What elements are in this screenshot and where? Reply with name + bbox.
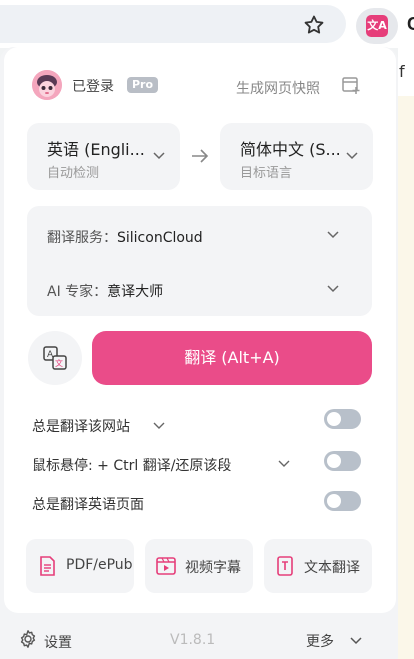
tool-label: 文本翻译 <box>304 560 360 576</box>
gear-icon[interactable] <box>18 629 38 649</box>
more-menu[interactable]: 更多 <box>306 631 334 651</box>
chevron-down-icon[interactable] <box>325 226 341 242</box>
translation-service-select[interactable]: 翻译服务：SiliconCloud <box>47 227 203 247</box>
translate-button[interactable]: 翻译 (Alt+A) <box>92 331 372 385</box>
immersive-translate-icon: 文A <box>366 15 388 37</box>
video-subtitle-button[interactable]: 视频字幕 <box>145 539 253 593</box>
chevron-down-icon <box>346 152 358 160</box>
toggle-knob <box>327 412 341 426</box>
pdf-epub-button[interactable]: PDF/ePub <box>26 539 134 593</box>
service-label: 翻译服务： <box>47 230 117 246</box>
target-language-name: 简体中文 (S... <box>240 140 341 159</box>
option-always-translate-site[interactable]: 总是翻译该网站 <box>32 416 130 436</box>
settings-link[interactable]: 设置 <box>44 632 72 652</box>
text-translate-icon <box>277 556 293 576</box>
chevron-down-icon[interactable] <box>277 456 291 470</box>
version-label: V1.8.1 <box>170 632 216 648</box>
service-value: SiliconCloud <box>117 230 203 246</box>
ai-expert-select[interactable]: AI 专家：意译大师 <box>47 281 163 301</box>
arrow-right-icon <box>192 149 209 163</box>
option-always-translate-english[interactable]: 总是翻译英语页面 <box>32 494 144 514</box>
toggle-hover-translate[interactable] <box>324 451 361 471</box>
bookmark-star-icon[interactable] <box>302 13 326 37</box>
extension-button[interactable]: 文A <box>356 8 398 44</box>
chevron-down-icon[interactable] <box>325 280 341 296</box>
toggle-knob <box>327 454 341 468</box>
target-language-select[interactable]: 简体中文 (S... 目标语言 <box>220 123 373 190</box>
login-status: 已登录 <box>72 79 114 95</box>
chevron-down-icon[interactable] <box>348 632 364 648</box>
target-language-sub: 目标语言 <box>240 166 293 181</box>
svg-text:文: 文 <box>55 358 63 368</box>
source-language-name: 英语 (Engli... <box>47 140 145 159</box>
chevron-down-icon <box>153 152 165 160</box>
source-language-sub: 自动检测 <box>47 166 100 181</box>
ai-expert-label: AI 专家： <box>47 284 108 300</box>
toggle-always-translate-site[interactable] <box>324 409 361 429</box>
source-language-select[interactable]: 英语 (Engli... 自动检测 <box>27 123 180 190</box>
video-subtitle-icon <box>156 557 176 575</box>
translate-mode-button[interactable]: A 文 <box>28 331 82 385</box>
toggle-knob <box>327 494 341 508</box>
toggle-always-translate-english[interactable] <box>324 491 361 511</box>
chevron-down-icon[interactable] <box>152 418 166 432</box>
tool-label: PDF/ePub <box>66 557 133 573</box>
page-content-edge <box>398 96 414 659</box>
service-panel: 翻译服务：SiliconCloud AI 专家：意译大师 <box>27 206 372 316</box>
snapshot-link[interactable]: 生成网页快照 <box>236 78 320 98</box>
pdf-file-icon <box>40 556 55 576</box>
tool-label: 视频字幕 <box>185 560 241 576</box>
browser-menu-edge: C <box>407 14 414 34</box>
address-bar[interactable] <box>0 5 346 43</box>
text-translate-button[interactable]: 文本翻译 <box>264 539 372 593</box>
page-text-edge: f <box>399 62 405 81</box>
ai-expert-value: 意译大师 <box>107 284 164 300</box>
translate-icon: A 文 <box>43 346 67 370</box>
snapshot-icon[interactable] <box>341 75 361 95</box>
pro-badge: Pro <box>127 77 159 93</box>
option-hover-translate[interactable]: 鼠标悬停: + Ctrl 翻译/还原该段 <box>32 455 231 475</box>
avatar[interactable] <box>32 70 62 100</box>
browser-toolbar: 文A C <box>0 0 414 48</box>
